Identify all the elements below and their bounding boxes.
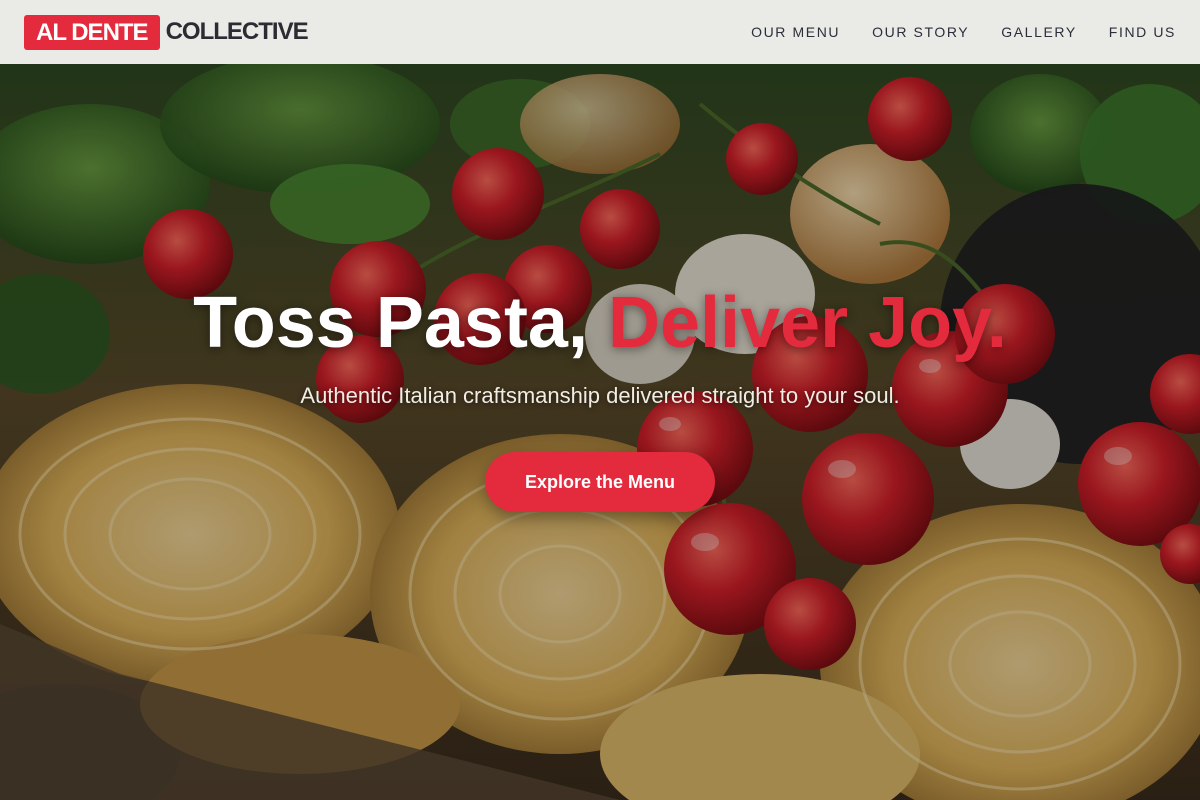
hero-headline: Toss Pasta, Deliver Joy. [0,284,1200,362]
nav-link-gallery[interactable]: GALLERY [1001,22,1077,42]
logo[interactable]: AL DENTE COLLECTIVE [24,14,309,50]
main-navigation: OUR MENU OUR STORY GALLERY FIND US [719,22,1176,42]
nav-link-our-menu[interactable]: OUR MENU [751,22,840,42]
logo-text: COLLECTIVE [165,18,309,45]
site-header: AL DENTE COLLECTIVE OUR MENU OUR STORY G… [0,0,1200,64]
headline-main: Toss Pasta, [193,283,608,363]
nav-link-find-us[interactable]: FIND US [1109,22,1176,42]
hero-content: Toss Pasta, Deliver Joy. Authentic Itali… [0,284,1200,512]
logo-badge: AL DENTE [24,14,160,50]
hero-section: Toss Pasta, Deliver Joy. Authentic Itali… [0,64,1200,800]
explore-menu-button[interactable]: Explore the Menu [484,452,716,512]
headline-accent: Deliver Joy. [607,283,1007,363]
nav-link-our-story[interactable]: OUR STORY [872,22,969,42]
hero-subtitle: Authentic Italian craftsmanship delivere… [300,383,900,408]
